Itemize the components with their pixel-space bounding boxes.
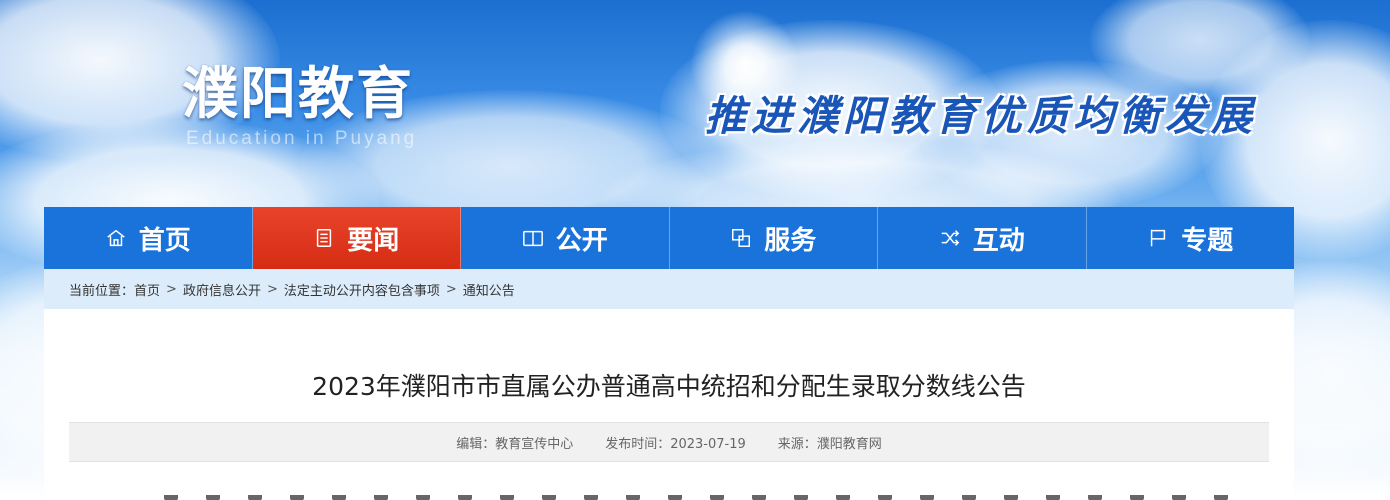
breadcrumb-link-home[interactable]: 首页 [134, 280, 160, 299]
nav-label: 专题 [1181, 225, 1234, 256]
nav-item-public[interactable]: 公开 [461, 207, 670, 269]
nav-label: 互动 [972, 225, 1025, 256]
news-icon [313, 227, 335, 249]
breadcrumb-separator: > [266, 281, 278, 297]
home-icon [105, 227, 127, 249]
article-editor: 编辑：教育宣传中心 [456, 436, 574, 452]
breadcrumb-link-statutory[interactable]: 法定主动公开内容包含事项 [284, 280, 440, 299]
nav-item-service[interactable]: 服务 [670, 207, 878, 269]
logo-text: 濮阳教育 [182, 61, 414, 127]
nav-item-topics[interactable]: 专题 [1087, 207, 1295, 269]
article-title: 2023年濮阳市市直属公办普通高中统招和分配生录取分数线公告 [312, 372, 1026, 401]
main-nav: 首页 要闻 公开 服务 互动 专题 [44, 207, 1294, 269]
nav-item-news[interactable]: 要闻 [252, 207, 461, 269]
breadcrumb: 当前位置： 首页 > 政府信息公开 > 法定主动公开内容包含事项 > 通知公告 [44, 269, 1294, 309]
shuffle-icon [939, 227, 961, 249]
logo-subtext: Education in Puyang [186, 128, 418, 149]
flag-icon [1147, 227, 1169, 249]
site-logo[interactable]: 濮阳教育 Education in Puyang [182, 62, 462, 157]
nav-item-interact[interactable]: 互动 [878, 207, 1087, 269]
article-source: 来源：濮阳教育网 [777, 436, 882, 452]
article-meta: 编辑：教育宣传中心 发布时间：2023-07-19 来源：濮阳教育网 [69, 422, 1269, 462]
nav-label: 首页 [138, 225, 191, 256]
breadcrumb-separator: > [166, 281, 177, 297]
breadcrumb-link-notices[interactable]: 通知公告 [463, 280, 515, 299]
breadcrumb-separator: > [445, 281, 457, 297]
nav-label: 要闻 [347, 225, 400, 256]
nav-item-home[interactable]: 首页 [44, 207, 253, 269]
article-publish-date: 发布时间：2023-07-19 [605, 436, 746, 452]
breadcrumb-link-gov-info[interactable]: 政府信息公开 [183, 280, 261, 299]
nav-label: 服务 [764, 225, 817, 256]
article-container: 2023年濮阳市市直属公办普通高中统招和分配生录取分数线公告 编辑：教育宣传中心… [44, 309, 1294, 500]
article-body-clipped [164, 495, 1264, 500]
breadcrumb-prefix: 当前位置： [69, 283, 135, 299]
book-icon [522, 227, 544, 249]
nav-label: 公开 [555, 225, 608, 256]
service-icon [730, 227, 752, 249]
header-slogan: 推进濮阳教育优质均衡发展 [705, 92, 1257, 140]
